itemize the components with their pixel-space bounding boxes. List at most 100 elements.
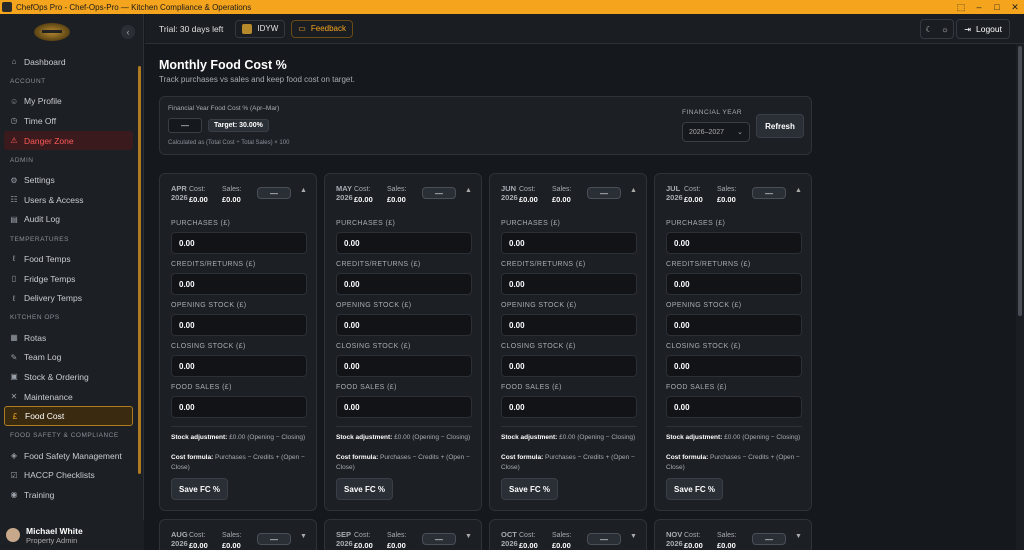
feedback-button[interactable]: ▭ Feedback <box>291 19 353 38</box>
opening-stock-input[interactable]: 0.00 <box>336 314 472 336</box>
sidebar-item-label: Settings <box>24 175 55 186</box>
sidebar-section-title: ACCOUNT <box>10 78 46 86</box>
chat-icon: ▭ <box>298 24 306 33</box>
nav-icon: ▤ <box>10 214 18 224</box>
closing-stock-input[interactable]: 0.00 <box>666 355 802 377</box>
credits-input[interactable]: 0.00 <box>336 273 472 295</box>
sidebar-item-food-safety-management[interactable]: ◈ Food Safety Management <box>4 446 133 466</box>
sidebar-item-fridge-temps[interactable]: ▯ Fridge Temps <box>4 269 133 289</box>
month-name: JUN <box>501 184 517 193</box>
sidebar-item-team-log[interactable]: ✎ Team Log <box>4 348 133 368</box>
food-sales-input[interactable]: 0.00 <box>336 396 472 418</box>
nav-icon: £ <box>12 411 18 421</box>
purchases-input[interactable]: 0.00 <box>501 232 637 254</box>
month-label: AUG 2026 <box>171 530 188 548</box>
sidebar-item-stock-ordering[interactable]: ▣ Stock & Ordering <box>4 367 133 387</box>
sidebar-scrollbar[interactable] <box>138 66 141 474</box>
user-profile[interactable]: Michael White Property Admin <box>0 520 144 550</box>
credits-label: CREDITS/RETURNS (£) <box>336 261 421 268</box>
food-sales-input[interactable]: 0.00 <box>666 396 802 418</box>
chevron-down-icon[interactable]: ▼ <box>465 533 472 540</box>
sidebar-item-delivery-temps[interactable]: ℓ Delivery Temps <box>4 288 133 308</box>
month-label: NOV 2026 <box>666 530 683 548</box>
cost-value: £0.00 <box>189 541 208 550</box>
food-sales-label: FOOD SALES (£) <box>666 384 727 391</box>
save-fc-button[interactable]: Save FC % <box>171 478 228 500</box>
sidebar-item-users-access[interactable]: ☷ Users & Access <box>4 190 133 210</box>
sidebar-item-my-profile[interactable]: ☺ My Profile <box>4 92 133 112</box>
sun-icon[interactable]: ☼ <box>941 25 948 34</box>
sidebar-item-label: Food Safety Management <box>24 450 122 461</box>
sidebar-item-time-off[interactable]: ◷ Time Off <box>4 111 133 131</box>
chevron-down-icon[interactable]: ▼ <box>795 533 802 540</box>
closing-stock-input[interactable]: 0.00 <box>501 355 637 377</box>
closing-stock-label: CLOSING STOCK (£) <box>666 343 741 350</box>
extensions-icon[interactable]: ⬚ <box>952 2 970 13</box>
save-fc-button[interactable]: Save FC % <box>501 478 558 500</box>
sidebar-item-danger-zone[interactable]: ⚠ Danger Zone <box>4 130 133 151</box>
opening-stock-label: OPENING STOCK (£) <box>336 302 412 309</box>
cost-label: Cost: <box>354 532 371 539</box>
chevron-down-icon[interactable]: ▼ <box>630 533 637 540</box>
food-sales-input[interactable]: 0.00 <box>501 396 637 418</box>
moon-icon[interactable]: ☾ <box>925 25 932 34</box>
credits-input[interactable]: 0.00 <box>501 273 637 295</box>
food-sales-label: FOOD SALES (£) <box>501 384 562 391</box>
chevron-up-icon[interactable]: ▲ <box>630 187 637 194</box>
sidebar-item-training[interactable]: ◉ Training <box>4 485 133 505</box>
nav-icon: ▣ <box>10 372 18 382</box>
divider <box>501 426 637 427</box>
closing-stock-input[interactable]: 0.00 <box>171 355 307 377</box>
sidebar-item-label: Maintenance <box>24 391 73 402</box>
credits-input[interactable]: 0.00 <box>171 273 307 295</box>
purchases-input[interactable]: 0.00 <box>666 232 802 254</box>
month-year: 2026 <box>171 539 188 548</box>
page-scrollbar-thumb[interactable] <box>1018 46 1022 316</box>
opening-stock-input[interactable]: 0.00 <box>666 314 802 336</box>
chevron-down-icon[interactable]: ▼ <box>300 533 307 540</box>
logout-button[interactable]: ⇥ Logout <box>956 19 1010 39</box>
opening-stock-input[interactable]: 0.00 <box>501 314 637 336</box>
month-year: 2026 <box>171 193 188 202</box>
financial-year-value: 2026–2027 <box>689 128 725 136</box>
month-year: 2026 <box>336 539 353 548</box>
page-scrollbar[interactable] <box>1016 44 1024 550</box>
chevron-up-icon[interactable]: ▲ <box>465 187 472 194</box>
refresh-button[interactable]: Refresh <box>756 114 804 138</box>
opening-stock-label: OPENING STOCK (£) <box>666 302 742 309</box>
financial-year-select[interactable]: 2026–2027 ⌄ <box>682 122 750 142</box>
purchases-input[interactable]: 0.00 <box>171 232 307 254</box>
sidebar-item-food-temps[interactable]: ℓ Food Temps <box>4 249 133 269</box>
sidebar-item-food-cost[interactable]: £ Food Cost <box>4 406 133 426</box>
site-selector[interactable]: IDYW <box>235 19 286 38</box>
closing-stock-input[interactable]: 0.00 <box>336 355 472 377</box>
sidebar-item-settings[interactable]: ⚙ Settings <box>4 170 133 190</box>
minimize-icon[interactable]: – <box>970 2 988 12</box>
maximize-icon[interactable]: □ <box>988 2 1006 12</box>
sidebar-item-maintenance[interactable]: ✕ Maintenance <box>4 387 133 407</box>
sidebar-item-label: Delivery Temps <box>24 293 82 304</box>
chevron-up-icon[interactable]: ▲ <box>795 187 802 194</box>
financial-year-label: FINANCIAL YEAR <box>682 109 743 116</box>
opening-stock-input[interactable]: 0.00 <box>171 314 307 336</box>
sidebar-item-audit-log[interactable]: ▤ Audit Log <box>4 210 133 230</box>
save-fc-button[interactable]: Save FC % <box>666 478 723 500</box>
month-sales: Sales: £0.00 <box>552 531 571 550</box>
nav-icon: ☷ <box>10 195 18 205</box>
divider <box>336 426 472 427</box>
close-icon[interactable]: ✕ <box>1006 2 1024 13</box>
month-name: JUL <box>666 184 681 193</box>
purchases-input[interactable]: 0.00 <box>336 232 472 254</box>
save-fc-button[interactable]: Save FC % <box>336 478 393 500</box>
month-name: OCT <box>501 530 517 539</box>
theme-toggle[interactable]: ☾ ☼ <box>920 19 954 39</box>
chevron-up-icon[interactable]: ▲ <box>300 187 307 194</box>
chevron-left-icon[interactable]: ‹ <box>121 25 135 39</box>
food-sales-input[interactable]: 0.00 <box>171 396 307 418</box>
sidebar-item-rotas[interactable]: ▦ Rotas <box>4 328 133 348</box>
sidebar-item-dashboard[interactable]: ⌂ Dashboard <box>4 52 133 72</box>
cost-formula-label: Cost formula: <box>666 454 709 461</box>
month-cost: Cost: £0.00 <box>189 531 208 550</box>
sidebar-item-haccp-checklists[interactable]: ☑ HACCP Checklists <box>4 466 133 486</box>
credits-input[interactable]: 0.00 <box>666 273 802 295</box>
